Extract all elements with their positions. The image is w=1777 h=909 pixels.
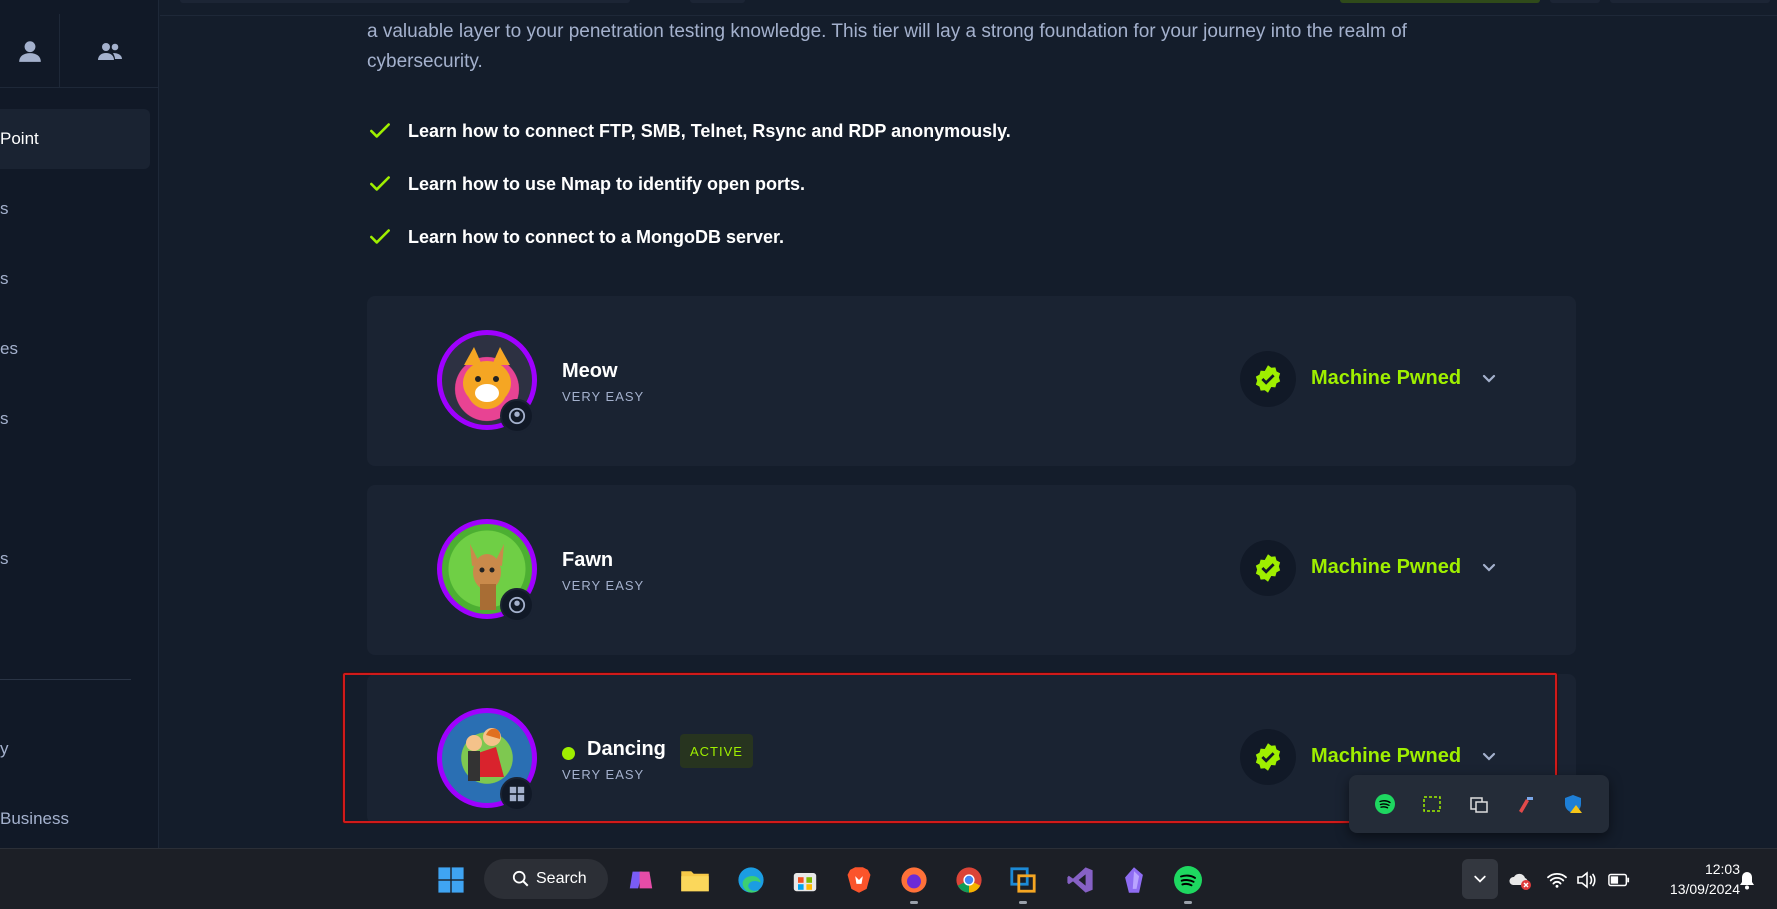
store-icon[interactable] — [788, 863, 822, 897]
sidebar-item-label: s — [0, 199, 9, 218]
goal-text: Learn how to connect FTP, SMB, Telnet, R… — [408, 120, 1011, 141]
cleaner-tray-icon[interactable] — [1514, 792, 1538, 816]
machine-name: Meow — [562, 360, 618, 382]
goal-text: Learn how to use Nmap to identify open p… — [408, 173, 806, 194]
sidebar-item[interactable]: s — [0, 409, 9, 429]
sidebar: Point s s es s s y Business — [0, 0, 159, 848]
machine-difficulty: VERY EASY — [562, 578, 645, 593]
top-bar-segment — [690, 0, 745, 3]
tier-description: a valuable layer to your penetration tes… — [367, 21, 1407, 72]
sidebar-item-label: Point — [0, 129, 39, 148]
sidebar-item[interactable]: s — [0, 549, 9, 569]
edge-icon[interactable] — [734, 863, 768, 897]
chevron-down-icon — [1474, 875, 1486, 883]
check-icon — [370, 176, 390, 191]
chevron-down-icon[interactable] — [1479, 558, 1499, 578]
sidebar-item[interactable]: y — [0, 739, 9, 759]
copilot-icon[interactable] — [624, 863, 658, 897]
virtualbox-icon[interactable] — [1006, 863, 1040, 897]
machine-card-meow[interactable]: Meow VERY EASY Machine Pwned — [367, 296, 1576, 466]
clock-time: 12:03 — [1704, 861, 1740, 877]
machine-status: Machine Pwned — [1311, 367, 1462, 389]
visual-studio-icon[interactable] — [1063, 863, 1097, 897]
brave-icon[interactable] — [842, 863, 876, 897]
top-bar-segment — [1610, 0, 1770, 3]
sidebar-tabs — [0, 14, 159, 88]
pwned-badge-icon — [1240, 351, 1296, 407]
sidebar-item-label: s — [0, 269, 9, 288]
sidebar-item-starting-point[interactable]: Point — [0, 109, 150, 169]
spotify-icon[interactable] — [1171, 863, 1205, 897]
spotify-tray-icon[interactable] — [1373, 792, 1397, 816]
windows-start-icon[interactable] — [434, 863, 468, 897]
search-label: Search — [536, 870, 587, 887]
search-icon — [512, 870, 529, 887]
taskbar: Search 12:03 13/09/2024 — [0, 848, 1777, 909]
sidebar-item-label: y — [0, 739, 9, 758]
running-indicator — [910, 901, 918, 904]
tab-individual[interactable] — [0, 14, 60, 88]
machine-difficulty: VERY EASY — [562, 389, 645, 404]
sidebar-item[interactable]: s — [0, 199, 9, 219]
top-bar-segment — [1340, 0, 1540, 3]
firefox-icon[interactable] — [897, 863, 931, 897]
top-bar-segment — [1550, 0, 1600, 3]
volume-icon[interactable] — [1569, 863, 1603, 897]
sidebar-item-label: Business — [0, 809, 69, 828]
sidebar-divider — [0, 679, 131, 680]
obsidian-icon[interactable] — [1117, 863, 1151, 897]
sidebar-item[interactable]: s — [0, 269, 9, 289]
file-explorer-icon[interactable] — [678, 863, 712, 897]
check-icon — [370, 123, 390, 138]
goal-text: Learn how to connect to a MongoDB server… — [408, 226, 785, 247]
pwned-badge-icon — [1240, 540, 1296, 596]
security-warning-tray-icon[interactable] — [1561, 792, 1585, 816]
goal-item: Learn how to connect to a MongoDB server… — [367, 224, 784, 250]
top-bar — [160, 0, 1777, 16]
goal-item: Learn how to use Nmap to identify open p… — [367, 171, 805, 197]
linux-os-icon — [500, 588, 534, 622]
user-icon — [18, 41, 41, 62]
tab-team[interactable] — [60, 14, 159, 88]
chrome-icon[interactable] — [952, 863, 986, 897]
goal-item: Learn how to connect FTP, SMB, Telnet, R… — [367, 118, 1011, 144]
top-bar-segment — [180, 0, 630, 3]
notifications-bell-icon[interactable] — [1730, 863, 1764, 897]
taskbar-search[interactable]: Search — [484, 859, 608, 899]
sidebar-item-label: es — [0, 339, 18, 358]
window-switch-tray-icon[interactable] — [1467, 792, 1491, 816]
machine-card-fawn[interactable]: Fawn VERY EASY Machine Pwned — [367, 485, 1576, 655]
linux-os-icon — [500, 399, 534, 433]
check-icon — [370, 229, 390, 244]
sidebar-item[interactable]: es — [0, 339, 18, 359]
tray-overflow-button[interactable] — [1462, 859, 1498, 899]
sidebar-item-label: s — [0, 409, 9, 428]
running-indicator — [1184, 901, 1192, 904]
running-indicator — [1019, 901, 1027, 904]
tray-overflow-popup — [1349, 775, 1609, 833]
battery-icon[interactable] — [1602, 863, 1636, 897]
users-icon — [97, 43, 122, 60]
sidebar-item-label: s — [0, 549, 9, 568]
chevron-down-icon[interactable] — [1479, 369, 1499, 389]
machine-status: Machine Pwned — [1311, 556, 1462, 578]
machine-name: Fawn — [562, 549, 614, 571]
sidebar-item-business[interactable]: Business — [0, 809, 69, 829]
onedrive-error-icon[interactable] — [1503, 863, 1537, 897]
clock-date: 13/09/2024 — [1669, 881, 1740, 897]
screen-capture-tray-icon[interactable] — [1420, 792, 1444, 816]
system-clock[interactable]: 12:03 13/09/2024 — [1640, 859, 1740, 899]
